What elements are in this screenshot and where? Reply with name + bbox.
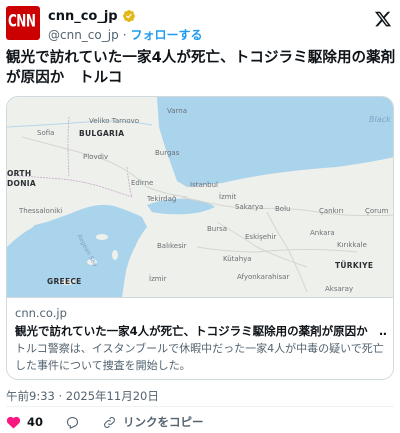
- heart-icon: [6, 416, 21, 428]
- map-label-plovdiv: Plovdiv: [83, 153, 109, 161]
- handle[interactable]: @cnn_co_jp: [48, 28, 119, 42]
- copy-link-button[interactable]: リンクをコピー: [102, 414, 204, 430]
- map-label-bursa: Bursa: [207, 225, 228, 233]
- map-label-edirne: Edirne: [131, 179, 154, 187]
- action-bar: 40 リンクをコピー: [6, 414, 394, 430]
- map-label-afyon: Afyonkarahisar: [237, 273, 290, 281]
- map-label-turkiye: TÜRKIYE: [335, 261, 374, 270]
- map-image: Black Varna BULGARIA Sofia Veliko Tarnov…: [7, 97, 393, 297]
- follow-button[interactable]: フォローする: [131, 26, 203, 43]
- tweet-text: 観光で訪れていた一家4人が死亡、トコジラミ駆除用の薬剤が原因か トルコ: [6, 50, 396, 86]
- map-label-ankara: Ankara: [310, 229, 335, 237]
- map-label-corum: Çorum: [365, 207, 389, 215]
- map-label-veliko: Veliko Tarnovo: [89, 117, 140, 125]
- card-domain: cnn.co.jp: [15, 306, 67, 320]
- verified-badge-icon: [122, 10, 135, 22]
- map-label-istanbul: Istanbul: [190, 181, 219, 189]
- map-label-sofia: Sofia: [37, 129, 55, 137]
- map-label-bulgaria: BULGARIA: [79, 129, 125, 138]
- map-label-kutahya: Kütahya: [223, 255, 252, 263]
- border-line: [67, 116, 70, 178]
- map-label-kirikkale: Kırıkkale: [337, 241, 367, 249]
- reply-button[interactable]: [65, 415, 80, 430]
- card-description: トルコ警察は、イスタンブールで休暇中だった一家4人が中毒の疑いで死亡した事件につ…: [15, 342, 384, 372]
- link-card[interactable]: Black Varna BULGARIA Sofia Veliko Tarnov…: [6, 96, 394, 380]
- map-label-tekirdag: Tekirdağ: [147, 195, 177, 203]
- map-label-eskisehir: Eskişehir: [245, 233, 277, 241]
- separator: ·: [122, 27, 127, 42]
- road-line: [196, 246, 358, 253]
- like-count: 40: [27, 415, 44, 429]
- map-label-thessaloniki: Thessaloniki: [19, 207, 63, 215]
- copy-link-label: リンクをコピー: [123, 415, 204, 429]
- map-label-izmir: İzmir: [149, 275, 167, 283]
- like-button[interactable]: 40: [6, 415, 43, 430]
- x-logo-icon[interactable]: [374, 10, 392, 28]
- avatar[interactable]: CNN: [6, 6, 40, 40]
- island-shape: [96, 234, 108, 240]
- reply-icon: [66, 416, 79, 429]
- black-sea-shape: [157, 97, 393, 187]
- map-label-balikesir: Balıkesir: [157, 242, 187, 250]
- display-name[interactable]: cnn_co_jp: [48, 9, 118, 24]
- card-title: 観光で訪れていた一家4人が死亡、トコジラミ駆除用の薬剤が原因か …: [15, 324, 387, 338]
- divider: [6, 406, 394, 407]
- tweet-header: CNN cnn_co_jp @cnn_co_jp · フォローする: [6, 6, 394, 44]
- map-label-greece: GREECE: [47, 277, 82, 286]
- map-label-cankiri: Çankırı: [319, 207, 344, 215]
- map-label-sakarya: Sakarya: [235, 203, 264, 211]
- map-label-aksaray: Aksaray: [325, 285, 354, 293]
- map-label-black-sea: Black: [369, 115, 391, 124]
- road-line: [21, 136, 188, 198]
- card-meta: cnn.co.jp 観光で訪れていた一家4人が死亡、トコジラミ駆除用の薬剤が原因…: [7, 297, 393, 379]
- link-icon: [104, 416, 115, 428]
- timestamp[interactable]: 午前9:33 · 2025年11月20日: [6, 388, 159, 404]
- map-label-burgas: Burgas: [155, 149, 180, 157]
- map-label-bolu: Bolu: [275, 205, 291, 213]
- name-row: cnn_co_jp: [48, 8, 136, 24]
- map-label-izmit: İzmit: [219, 193, 237, 201]
- handle-row: @cnn_co_jp · フォローする: [48, 26, 203, 43]
- map-label-orth: ORTH: [7, 169, 32, 178]
- avatar-logo-text: CNN: [8, 11, 36, 31]
- island-shape: [112, 250, 118, 260]
- map-label-varna: Varna: [167, 107, 188, 115]
- map-label-donia: DONIA: [7, 179, 36, 188]
